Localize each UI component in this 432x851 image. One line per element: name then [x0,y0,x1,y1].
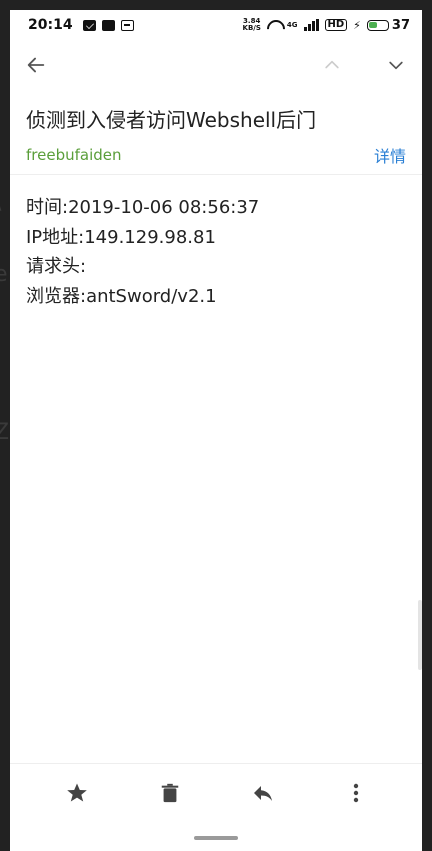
sender-row: freebufaiden 详情 [10,136,422,174]
ghost-text: e [0,262,8,287]
more-options-button[interactable] [336,773,376,813]
status-time: 20:14 [28,17,73,33]
bottom-action-bar [10,763,422,821]
chevron-up-icon [325,60,339,69]
body-line-headers: 请求头: [26,256,87,277]
scrollbar[interactable] [418,600,422,670]
back-button[interactable] [24,53,48,77]
mail-notification-icon [82,19,96,31]
ghost-text: Z [0,420,10,445]
star-icon [66,783,87,801]
signal-icon [303,19,319,31]
status-bar: 20:14 3.84 KB/S 4G HD ⚡ 37 [10,10,422,40]
network-speed: 3.84 KB/S [243,18,261,32]
previous-email-button[interactable] [320,53,344,77]
body-line-browser: 浏览器:antSword/v2.1 [26,285,217,307]
top-navigation [10,40,422,90]
reply-button[interactable] [243,773,283,813]
email-view: 侦测到入侵者访问Webshell后门 freebufaiden 详情 时间:20… [10,40,422,851]
hd-voice-icon: HD [324,19,348,31]
trash-icon [161,783,178,802]
arrow-left-icon [27,57,45,73]
reply-icon [253,785,272,801]
prev-next-group [320,53,408,77]
details-link[interactable]: 详情 [374,143,406,167]
body-line-time: 时间:2019-10-06 08:56:37 [26,197,260,218]
message-notification-icon [120,19,134,31]
home-indicator[interactable] [194,836,238,840]
status-right: 3.84 KB/S 4G HD ⚡ 37 [243,18,410,33]
network-speed-unit: KB/S [242,24,261,32]
more-vert-icon [353,783,358,802]
battery-icon [366,19,389,31]
delete-button[interactable] [150,773,190,813]
email-subject: 侦测到入侵者访问Webshell后门 [26,108,317,132]
ghost-text: , [0,20,1,45]
chevron-down-icon [389,61,403,70]
charging-icon: ⚡ [353,18,361,32]
status-left: 20:14 [28,17,134,33]
sender-name[interactable]: freebufaiden [26,146,122,164]
wifi-icon [267,20,281,31]
app-notification-icon [101,19,115,31]
email-body: 时间:2019-10-06 08:56:37 IP地址:149.129.98.8… [10,175,422,329]
network-type: 4G [286,21,298,29]
battery-level: 37 [391,17,410,33]
battery-indicator: 37 [366,17,410,33]
body-line-ip: IP地址:149.129.98.81 [26,226,216,248]
next-email-button[interactable] [384,53,408,77]
ghost-text: \ [0,190,1,215]
star-button[interactable] [57,773,97,813]
